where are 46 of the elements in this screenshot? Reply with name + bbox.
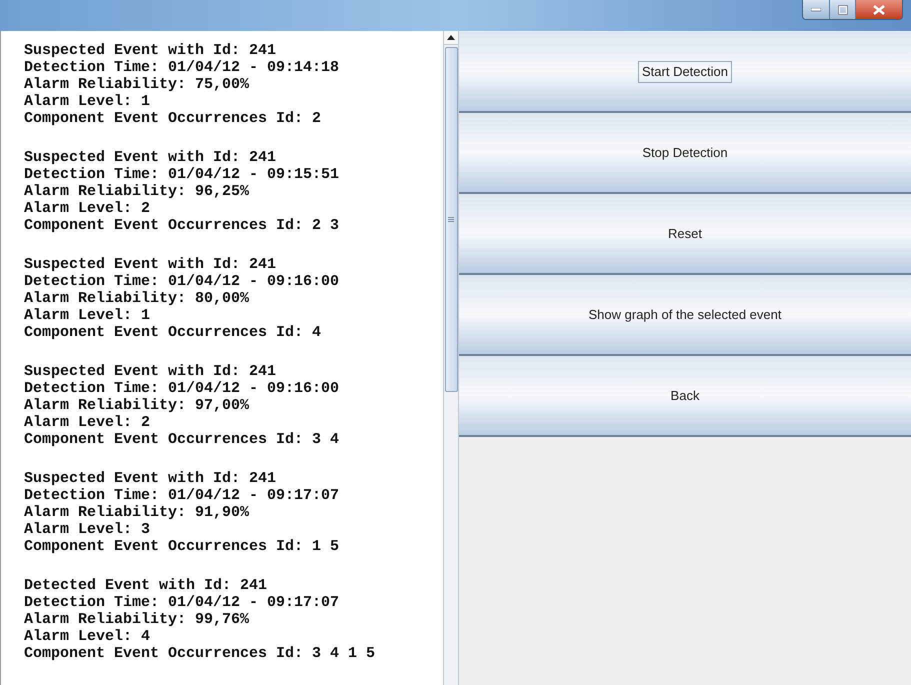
event-line: Alarm Reliability: 91,90% <box>24 504 250 521</box>
event-line: Detection Time: 01/04/12 - 09:17:07 <box>24 487 340 504</box>
close-icon <box>873 4 885 14</box>
event-line: Alarm Reliability: 80,00% <box>24 290 250 307</box>
grip-icon <box>448 217 454 222</box>
scroll-up-button[interactable] <box>444 31 458 45</box>
action-button[interactable]: Reset <box>459 194 911 275</box>
event-line: Suspected Event with Id: 241 <box>24 42 276 59</box>
event-line: Component Event Occurrences Id: 4 <box>24 324 322 341</box>
event-line: Suspected Event with Id: 241 <box>24 149 276 166</box>
event-line: Component Event Occurrences Id: 2 3 <box>24 217 340 234</box>
scroll-thumb[interactable] <box>444 47 458 392</box>
event-line: Component Event Occurrences Id: 1 5 <box>24 538 340 555</box>
event-line: Component Event Occurrences Id: 2 <box>24 110 322 127</box>
event-line: Alarm Level: 1 <box>24 93 150 110</box>
maximize-icon <box>838 4 848 14</box>
event-line: Alarm Level: 2 <box>24 414 150 431</box>
event-line: Alarm Level: 2 <box>24 200 150 217</box>
event-line: Suspected Event with Id: 241 <box>24 256 276 273</box>
event-line: Suspected Event with Id: 241 <box>24 470 276 487</box>
close-button[interactable] <box>856 0 902 19</box>
event-line: Detection Time: 01/04/12 - 09:16:00 <box>24 273 340 290</box>
event-line: Alarm Reliability: 97,00% <box>24 397 250 414</box>
action-button[interactable]: Back <box>459 356 911 437</box>
event-line: Alarm Level: 1 <box>24 307 150 324</box>
up-arrow-icon <box>447 35 455 40</box>
minimize-icon <box>811 8 821 12</box>
scrollbar[interactable] <box>443 31 459 685</box>
maximize-button[interactable] <box>830 0 856 19</box>
minimize-button[interactable] <box>803 0 830 19</box>
event-line: Alarm Level: 4 <box>24 628 150 645</box>
event-line: Suspected Event with Id: 241 <box>24 363 276 380</box>
event-line: Detection Time: 01/04/12 - 09:14:18 <box>24 59 340 76</box>
event-line: Detection Time: 01/04/12 - 09:16:00 <box>24 380 340 397</box>
event-line: Component Event Occurrences Id: 3 4 1 5 <box>24 645 376 662</box>
event-line: Component Event Occurrences Id: 3 4 <box>24 431 340 448</box>
event-line: Detection Time: 01/04/12 - 09:15:51 <box>24 166 340 183</box>
event-line: Alarm Level: 3 <box>24 521 150 538</box>
event-line: Detected Event with Id: 241 <box>24 577 268 594</box>
event-line: Detection Time: 01/04/12 - 09:17:07 <box>24 594 340 611</box>
event-line: Alarm Reliability: 99,76% <box>24 611 250 628</box>
event-line: Alarm Reliability: 96,25% <box>24 183 250 200</box>
action-button[interactable]: Show graph of the selected event <box>459 275 911 356</box>
action-button[interactable]: Stop Detection <box>459 113 911 194</box>
event-line: Alarm Reliability: 75,00% <box>24 76 250 93</box>
action-button[interactable]: Start Detection <box>459 32 911 113</box>
